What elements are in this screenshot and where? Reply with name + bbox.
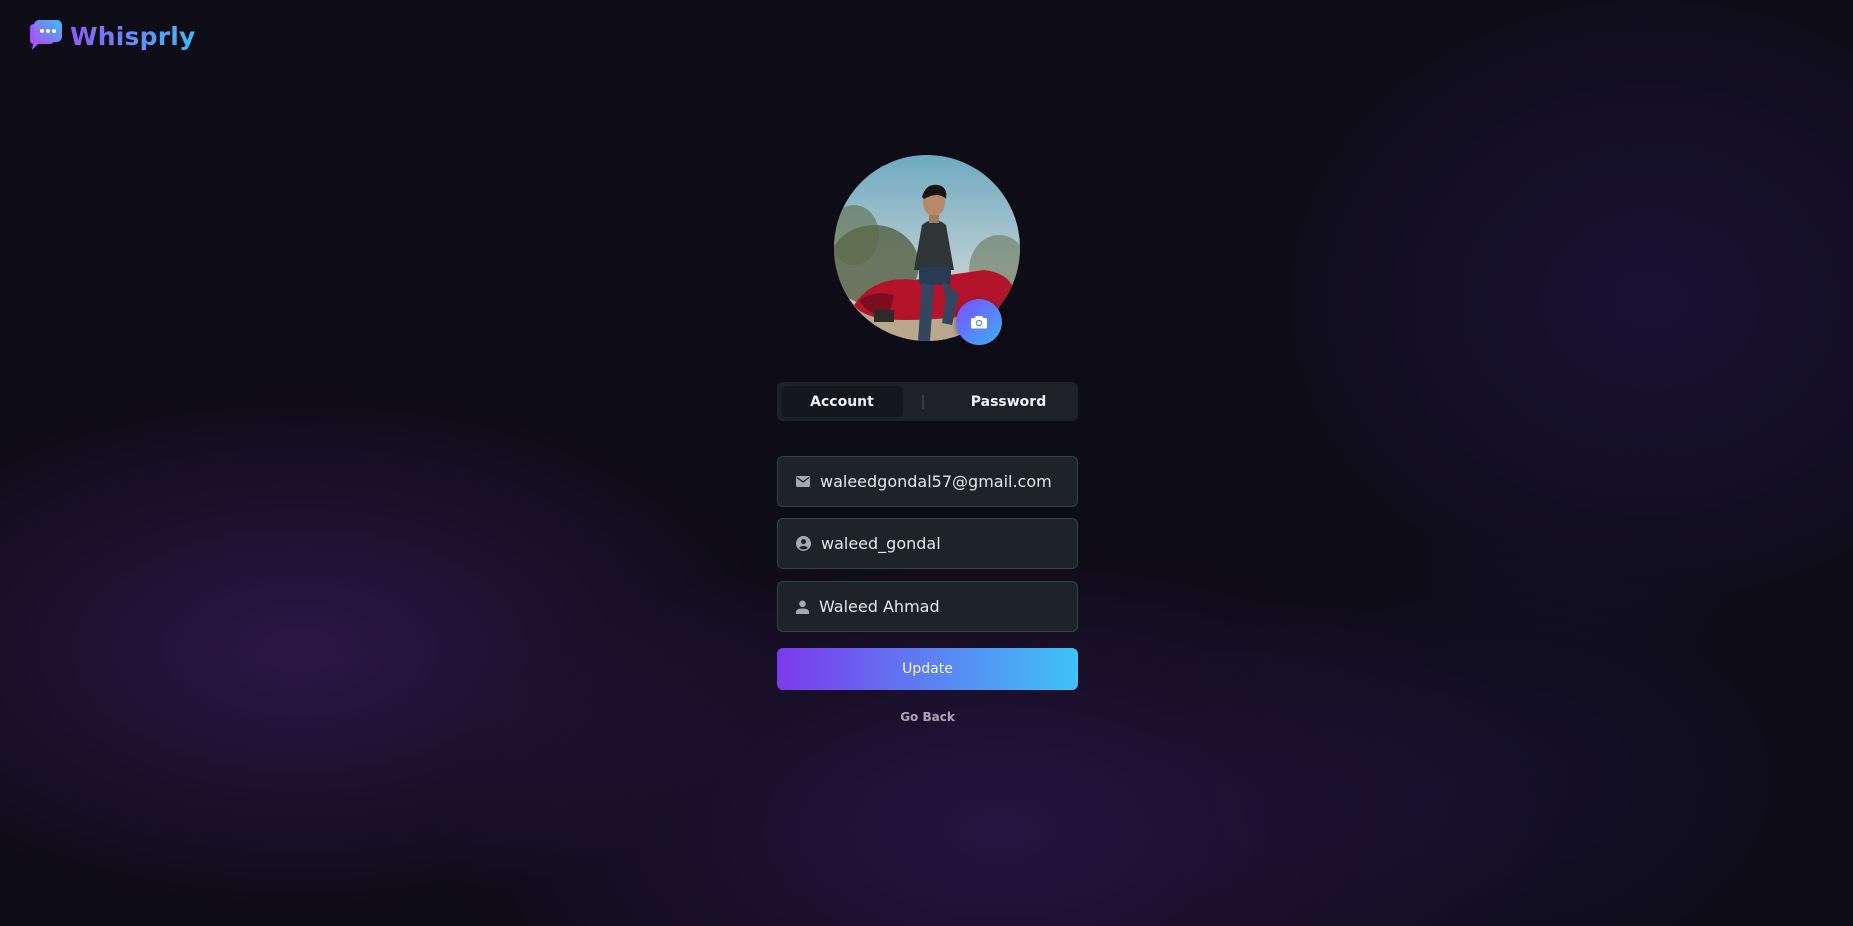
fullname-field[interactable] (777, 581, 1078, 632)
account-tabs: Account | Password (777, 382, 1078, 421)
camera-icon (971, 316, 987, 329)
avatar-container (834, 155, 1020, 345)
email-field[interactable] (777, 456, 1078, 507)
brand-name: Whisprly (70, 21, 196, 51)
mail-icon (796, 476, 810, 487)
change-photo-button[interactable] (956, 299, 1002, 345)
email-input[interactable] (820, 472, 1070, 491)
update-button[interactable]: Update (777, 648, 1078, 690)
brand-logo[interactable]: Whisprly (28, 18, 196, 54)
tab-separator: | (920, 393, 926, 410)
tab-account[interactable]: Account (781, 386, 903, 417)
username-field[interactable] (777, 518, 1078, 569)
chat-bubble-logo-icon (28, 18, 64, 54)
tab-password[interactable]: Password (943, 386, 1074, 417)
person-icon (796, 600, 809, 614)
fullname-input[interactable] (819, 597, 1069, 616)
username-input[interactable] (821, 534, 1071, 553)
account-circle-icon (796, 536, 811, 551)
go-back-link[interactable]: Go Back (777, 710, 1078, 724)
